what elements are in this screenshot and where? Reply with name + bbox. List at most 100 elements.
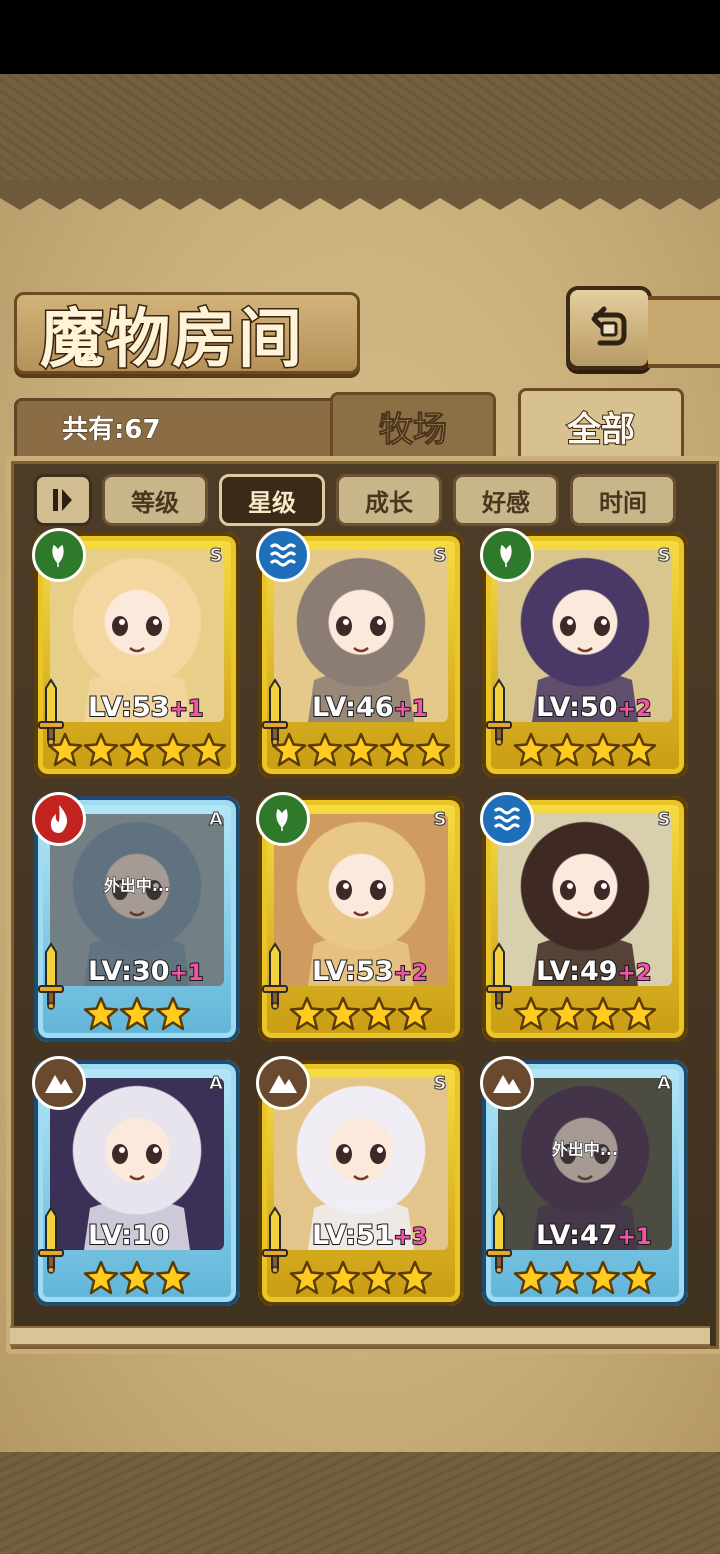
sort-button-time[interactable]: 时间	[570, 474, 676, 526]
map-background-bottom	[0, 1452, 720, 1554]
grade-badge: A	[657, 1072, 672, 1094]
star-rating	[258, 732, 464, 772]
star-rating	[34, 732, 240, 772]
sort-button-level[interactable]: 等级	[102, 474, 208, 526]
torn-edge	[0, 180, 720, 210]
star-icon	[513, 1260, 549, 1295]
level-text: LV:47	[535, 1219, 619, 1252]
page-title: 魔物房间	[39, 301, 304, 379]
earth-element-icon	[32, 1056, 86, 1110]
level-text: LV:51	[311, 1219, 395, 1252]
monster-level: LV:47+1	[535, 1219, 653, 1252]
star-icon	[343, 732, 379, 767]
monster-level: LV:50+2	[535, 691, 653, 724]
star-rating	[482, 1260, 688, 1300]
monster-card[interactable]: A LV:10	[32, 1056, 240, 1306]
level-bonus: +1	[169, 960, 205, 987]
star-icon	[585, 1260, 621, 1295]
earth-element-icon	[480, 1056, 534, 1110]
level-text: LV:10	[87, 1219, 171, 1252]
grade-badge: S	[209, 544, 223, 566]
monster-card[interactable]: S LV:46+1	[256, 528, 464, 778]
header-rail	[648, 296, 720, 368]
monster-level: LV:30+1	[87, 955, 205, 988]
star-icon	[513, 996, 549, 1031]
star-icon	[307, 732, 343, 767]
monster-card[interactable]: 外出中... A LV:30+1	[32, 792, 240, 1042]
level-bonus: +1	[169, 696, 205, 723]
monster-room-screen: 魔物房间 共有:67 牧场 全部 等级 星级 成长 好感 时间 S LV:53+…	[0, 0, 720, 1554]
star-icon	[549, 732, 585, 767]
grade-badge: A	[209, 808, 224, 830]
star-icon	[361, 1260, 397, 1295]
monster-level: LV:46+1	[311, 691, 428, 724]
board-bottom-strip	[10, 1326, 710, 1346]
earth-element-icon	[256, 1056, 310, 1110]
monster-level: LV:53+2	[311, 955, 429, 988]
grade-badge: S	[433, 544, 447, 566]
level-text: LV:46	[311, 691, 395, 724]
grade-badge: A	[209, 1072, 224, 1094]
back-button[interactable]	[566, 286, 652, 370]
monster-level: LV:53+1	[87, 691, 205, 724]
star-icon	[155, 1260, 191, 1295]
star-icon	[585, 732, 621, 767]
nature-element-icon	[480, 528, 534, 582]
star-icon	[119, 996, 155, 1031]
water-element-icon	[480, 792, 534, 846]
tab-all[interactable]: 全部	[518, 388, 684, 464]
star-rating	[482, 996, 688, 1036]
sort-order-toggle[interactable]	[34, 474, 92, 526]
star-icon	[83, 996, 119, 1031]
star-icon	[83, 1260, 119, 1295]
monster-card[interactable]: S LV:53+2	[256, 792, 464, 1042]
monster-card[interactable]: S LV:50+2	[480, 528, 688, 778]
sort-button-star[interactable]: 星级	[219, 474, 325, 526]
star-icon	[549, 1260, 585, 1295]
sort-button-growth[interactable]: 成长	[336, 474, 442, 526]
star-icon	[549, 996, 585, 1031]
star-icon	[585, 996, 621, 1031]
grade-badge: S	[657, 808, 671, 830]
star-icon	[119, 1260, 155, 1295]
status-bar	[0, 0, 720, 74]
nature-element-icon	[32, 528, 86, 582]
star-icon	[83, 732, 119, 767]
sort-button-affection[interactable]: 好感	[453, 474, 559, 526]
tab-ranch[interactable]: 牧场	[330, 392, 496, 460]
star-icon	[119, 732, 155, 767]
level-text: LV:53	[87, 691, 171, 724]
grade-badge: S	[657, 544, 671, 566]
star-icon	[155, 732, 191, 767]
star-icon	[621, 996, 657, 1031]
level-bonus: +2	[617, 960, 653, 987]
level-bonus: +2	[617, 696, 653, 723]
back-arrow-icon	[591, 306, 627, 346]
star-icon	[47, 732, 83, 767]
star-rating	[258, 996, 464, 1036]
monster-level: LV:51+3	[311, 1219, 429, 1252]
monster-card[interactable]: S LV:53+1	[32, 528, 240, 778]
level-bonus: +2	[393, 960, 429, 987]
star-icon	[415, 732, 451, 767]
star-icon	[325, 1260, 361, 1295]
level-bonus: +1	[617, 1224, 653, 1251]
monster-card[interactable]: S LV:49+2	[480, 792, 688, 1042]
level-bonus: +3	[393, 1224, 429, 1251]
star-rating	[34, 996, 240, 1036]
star-icon	[361, 996, 397, 1031]
map-background-top	[0, 74, 720, 180]
fire-element-icon	[32, 792, 86, 846]
star-icon	[271, 732, 307, 767]
monster-level: LV:10	[87, 1219, 171, 1252]
level-text: LV:53	[311, 955, 395, 988]
level-text: LV:49	[535, 955, 619, 988]
monster-card[interactable]: S LV:51+3	[256, 1056, 464, 1306]
level-text: LV:30	[87, 955, 171, 988]
star-icon	[289, 1260, 325, 1295]
monster-card[interactable]: 外出中... A LV:47+1	[480, 1056, 688, 1306]
star-icon	[397, 996, 433, 1031]
away-status: 外出中...	[551, 1140, 619, 1160]
monster-count: 共有:67	[62, 415, 162, 446]
nature-element-icon	[256, 792, 310, 846]
